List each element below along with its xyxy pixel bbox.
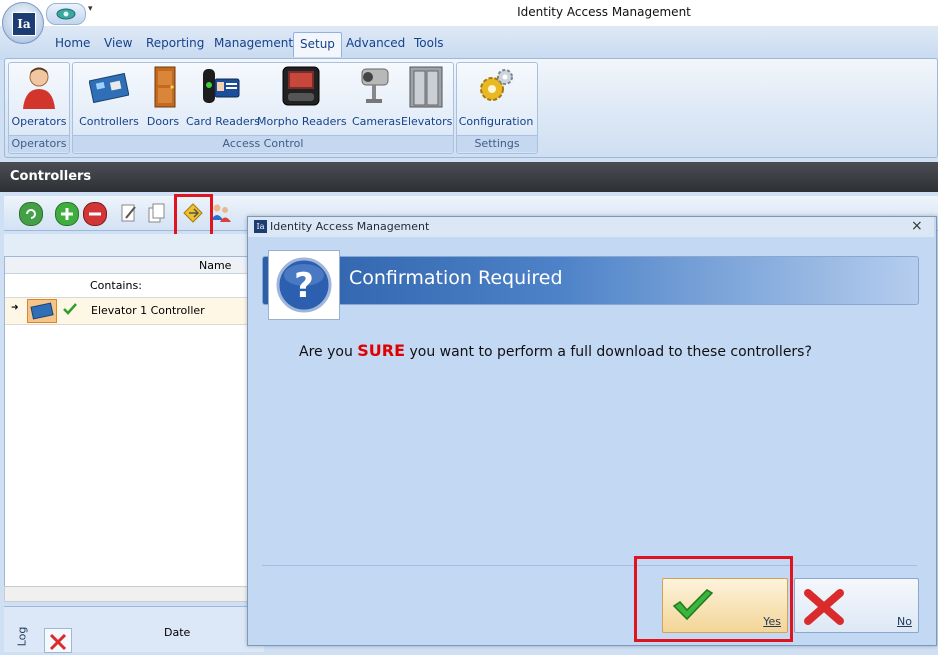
camera-icon — [361, 68, 389, 103]
dialog-heading: Confirmation Required — [349, 267, 563, 289]
tab-view[interactable]: View — [98, 32, 138, 56]
controller-row-icon-cell — [27, 299, 57, 323]
copy-button[interactable] — [146, 202, 168, 224]
controller-board-icon — [30, 302, 54, 320]
assign-users-button[interactable] — [210, 202, 232, 224]
svg-text:?: ? — [294, 266, 314, 306]
yes-button-highlight — [634, 556, 793, 642]
operator-icon — [23, 67, 55, 109]
configuration-button[interactable]: Configuration — [458, 65, 534, 131]
doors-button[interactable]: Doors — [145, 65, 181, 131]
log-clear-button[interactable] — [44, 628, 72, 653]
dialog-app-icon: Ia — [254, 220, 267, 233]
column-header-name[interactable]: Name — [199, 259, 231, 272]
elevators-button[interactable]: Elevators — [401, 65, 452, 131]
status-ok-icon — [63, 303, 77, 315]
question-icon: ? — [276, 257, 332, 313]
group-label-settings: Settings — [457, 135, 537, 152]
edit-icon — [121, 204, 136, 222]
filter-label: Contains: — [90, 279, 142, 292]
log-tab[interactable]: Log — [15, 627, 28, 647]
tab-setup[interactable]: Setup — [293, 32, 342, 57]
copy-icon — [148, 203, 165, 223]
door-icon — [154, 66, 176, 108]
row-pointer-icon: ➜ — [11, 303, 19, 313]
confirmation-message: Are you SURE you want to perform a full … — [299, 341, 812, 360]
card-reader-icon — [203, 69, 240, 103]
app-logo: Ia — [12, 12, 36, 36]
morpho-readers-button[interactable]: Morpho Readers — [257, 65, 347, 131]
elevator-icon — [409, 66, 443, 108]
edit-button[interactable] — [118, 202, 140, 224]
tab-reporting[interactable]: Reporting — [140, 32, 210, 56]
controllers-button[interactable]: Controllers — [78, 65, 140, 131]
users-icon — [211, 204, 231, 222]
tab-tools[interactable]: Tools — [408, 32, 450, 56]
refresh-icon — [26, 209, 36, 219]
log-column-date[interactable]: Date — [164, 626, 190, 639]
controller-name: Elevator 1 Controller — [91, 304, 205, 317]
tab-home[interactable]: Home — [49, 32, 96, 56]
cameras-button[interactable]: Cameras — [352, 65, 401, 131]
plus-icon — [61, 208, 73, 220]
add-button[interactable] — [55, 202, 79, 226]
refresh-button[interactable] — [19, 202, 43, 226]
tab-advanced[interactable]: Advanced — [340, 32, 411, 56]
controller-board-icon — [89, 72, 129, 104]
dialog-separator — [262, 565, 917, 566]
tab-management[interactable]: Management — [208, 32, 299, 56]
group-label-operators: Operators — [9, 135, 69, 152]
operators-button[interactable]: Operators — [11, 65, 67, 131]
question-icon-frame: ? — [268, 250, 340, 320]
cancel-x-icon — [804, 589, 844, 625]
dialog-title: Identity Access Management — [270, 220, 430, 233]
close-x-icon — [49, 633, 67, 651]
group-label-access-control: Access Control — [73, 135, 453, 152]
controllers-grid: Name Contains: ➜ Elevator 1 Controller — [4, 256, 256, 588]
grid-horizontal-scrollbar[interactable] — [4, 586, 256, 602]
dialog-close-button[interactable]: × — [911, 218, 923, 234]
minus-icon — [89, 212, 101, 216]
grid-group-band — [4, 234, 254, 256]
gears-icon — [480, 69, 513, 101]
card-readers-button[interactable]: Card Readers — [186, 65, 260, 131]
remove-button[interactable] — [83, 202, 107, 226]
no-button[interactable]: No — [794, 578, 919, 633]
emphasis-sure: SURE — [357, 341, 406, 360]
window-title: Identity Access Management — [517, 5, 691, 19]
controllers-panel-header: Controllers — [0, 162, 938, 192]
app-menu-button[interactable]: Ia — [2, 2, 44, 44]
morpho-reader-icon — [282, 66, 320, 106]
log-panel — [4, 606, 264, 652]
no-label: No — [897, 615, 912, 628]
